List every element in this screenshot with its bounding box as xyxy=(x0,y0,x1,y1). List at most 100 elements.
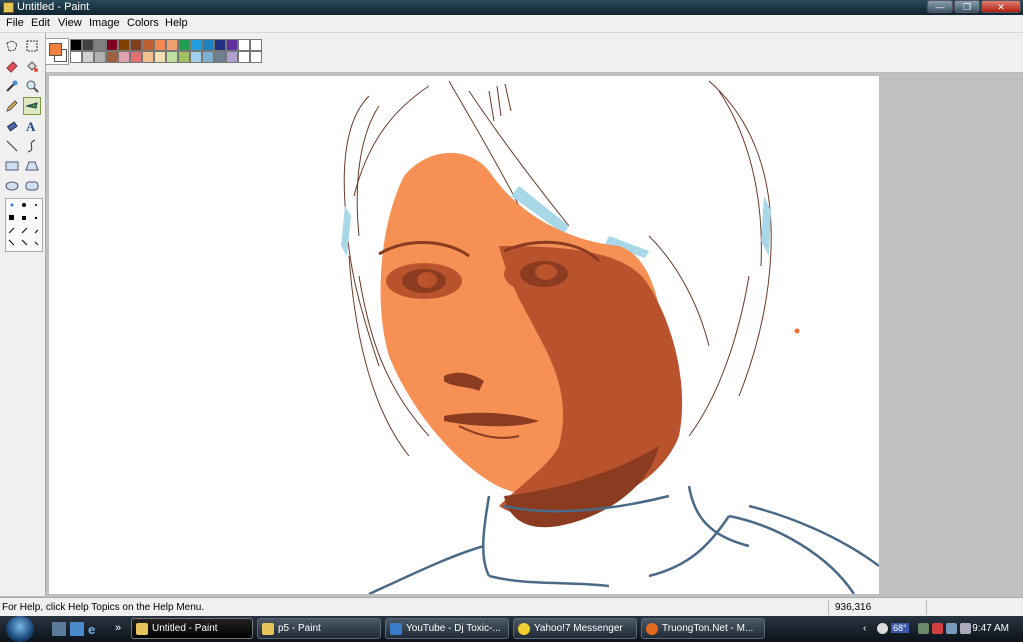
firefox-icon xyxy=(646,622,658,635)
rectangle-icon[interactable] xyxy=(3,157,21,175)
fill-icon[interactable] xyxy=(23,57,41,75)
pencil-icon[interactable] xyxy=(3,97,21,115)
menu-edit[interactable]: Edit xyxy=(31,17,50,29)
palette-swatch[interactable] xyxy=(118,51,130,63)
tray-expand-icon[interactable]: ‹ xyxy=(863,623,874,634)
palette-swatch[interactable] xyxy=(226,51,238,63)
polygon-icon[interactable] xyxy=(23,157,41,175)
palette-swatch[interactable] xyxy=(142,39,154,51)
canvas-scroll-area xyxy=(46,73,1023,596)
ie-icon[interactable]: e xyxy=(88,622,102,637)
brush-icon[interactable] xyxy=(23,97,41,115)
current-colors xyxy=(45,38,69,65)
menu-image[interactable]: Image xyxy=(89,17,120,29)
palette-swatch[interactable] xyxy=(94,39,106,51)
palette-swatch[interactable] xyxy=(106,51,118,63)
taskbar-item-p5-paint[interactable]: p5 - Paint xyxy=(257,618,381,639)
clock[interactable]: 9:47 AM xyxy=(972,623,1009,634)
airbrush-icon[interactable] xyxy=(3,117,21,135)
line-icon[interactable] xyxy=(3,137,21,155)
select-icon[interactable] xyxy=(23,37,41,55)
palette-swatch[interactable] xyxy=(238,39,250,51)
palette-swatch[interactable] xyxy=(82,51,94,63)
yahoo-icon xyxy=(518,622,530,635)
start-button[interactable] xyxy=(6,616,34,642)
palette-swatch[interactable] xyxy=(166,39,178,51)
palette-swatch[interactable] xyxy=(178,39,190,51)
tool-options-box[interactable] xyxy=(5,198,43,252)
palette-swatch[interactable] xyxy=(178,51,190,63)
system-tray: ‹ 68° 9:47 AM xyxy=(863,616,1023,642)
ellipse-icon[interactable] xyxy=(3,177,21,195)
palette-swatch[interactable] xyxy=(154,39,166,51)
show-desktop-icon[interactable] xyxy=(52,622,66,636)
menu-help[interactable]: Help xyxy=(165,17,188,29)
status-divider xyxy=(926,600,927,615)
cursor-coordinates: 936,316 xyxy=(835,602,872,613)
palette-swatch[interactable] xyxy=(166,51,178,63)
palette-swatch[interactable] xyxy=(214,39,226,51)
volume-icon[interactable] xyxy=(960,623,971,634)
palette-swatch[interactable] xyxy=(118,39,130,51)
status-bar: For Help, click Help Topics on the Help … xyxy=(0,597,1023,617)
palette-swatch[interactable] xyxy=(238,51,250,63)
toolbox: A xyxy=(0,33,46,596)
menu-bar: File Edit View Image Colors Help xyxy=(0,15,1023,33)
status-help-text: For Help, click Help Topics on the Help … xyxy=(2,602,205,613)
tray-app-icon[interactable] xyxy=(877,623,888,634)
palette-swatch[interactable] xyxy=(130,51,142,63)
menu-colors[interactable]: Colors xyxy=(127,17,159,29)
palette-swatch[interactable] xyxy=(190,39,202,51)
taskbar-item-truongton[interactable]: TruongTon.Net - M... xyxy=(641,618,765,639)
palette-swatch[interactable] xyxy=(94,51,106,63)
menu-view[interactable]: View xyxy=(58,17,82,29)
palette-swatch[interactable] xyxy=(226,39,238,51)
weather-temp[interactable]: 68° xyxy=(891,623,909,633)
paint-app-icon xyxy=(3,2,14,13)
taskbar-label: YouTube - Dj Toxic-... xyxy=(406,623,501,634)
tray-app-icon[interactable] xyxy=(932,623,943,634)
foreground-color-swatch[interactable] xyxy=(49,43,62,56)
taskbar-label: p5 - Paint xyxy=(278,623,321,634)
palette-swatch[interactable] xyxy=(202,51,214,63)
palette-swatch[interactable] xyxy=(130,39,142,51)
palette-swatch[interactable] xyxy=(106,39,118,51)
palette-swatch[interactable] xyxy=(154,51,166,63)
paint-icon xyxy=(262,622,274,635)
menu-file[interactable]: File xyxy=(6,17,24,29)
taskbar-item-yahoo-messenger[interactable]: Yahoo!7 Messenger xyxy=(513,618,637,639)
taskbar: e » Untitled - Paint p5 - Paint YouTube … xyxy=(0,616,1023,642)
palette-swatch[interactable] xyxy=(70,51,82,63)
palette-swatch[interactable] xyxy=(142,51,154,63)
title-bar: Untitled - Paint — ❐ ✕ xyxy=(0,0,1023,15)
ie-icon xyxy=(390,622,402,635)
svg-text:A: A xyxy=(26,119,36,133)
curve-icon[interactable] xyxy=(23,137,41,155)
palette-swatch[interactable] xyxy=(190,51,202,63)
network-icon[interactable] xyxy=(946,623,957,634)
maximize-button[interactable]: ❐ xyxy=(954,0,980,13)
quick-launch-more[interactable]: » xyxy=(115,622,129,636)
free-form-select-icon[interactable] xyxy=(3,37,21,55)
color-palette xyxy=(70,39,262,63)
eraser-icon[interactable] xyxy=(3,57,21,75)
palette-swatch[interactable] xyxy=(250,39,262,51)
taskbar-item-youtube[interactable]: YouTube - Dj Toxic-... xyxy=(385,618,509,639)
close-button[interactable]: ✕ xyxy=(981,0,1021,13)
palette-swatch[interactable] xyxy=(202,39,214,51)
magnifier-icon[interactable] xyxy=(23,77,41,95)
minimize-button[interactable]: — xyxy=(927,0,953,13)
palette-swatch[interactable] xyxy=(70,39,82,51)
text-icon[interactable]: A xyxy=(23,117,41,135)
switch-windows-icon[interactable] xyxy=(70,622,84,636)
tray-app-icon[interactable] xyxy=(918,623,929,634)
rounded-rectangle-icon[interactable] xyxy=(23,177,41,195)
color-picker-icon[interactable] xyxy=(3,77,21,95)
palette-swatch[interactable] xyxy=(82,39,94,51)
palette-swatch[interactable] xyxy=(214,51,226,63)
status-divider xyxy=(828,600,829,615)
taskbar-item-untitled-paint[interactable]: Untitled - Paint xyxy=(131,618,253,639)
palette-swatch[interactable] xyxy=(250,51,262,63)
taskbar-label: Untitled - Paint xyxy=(152,623,218,634)
drawing-canvas[interactable] xyxy=(49,76,879,594)
